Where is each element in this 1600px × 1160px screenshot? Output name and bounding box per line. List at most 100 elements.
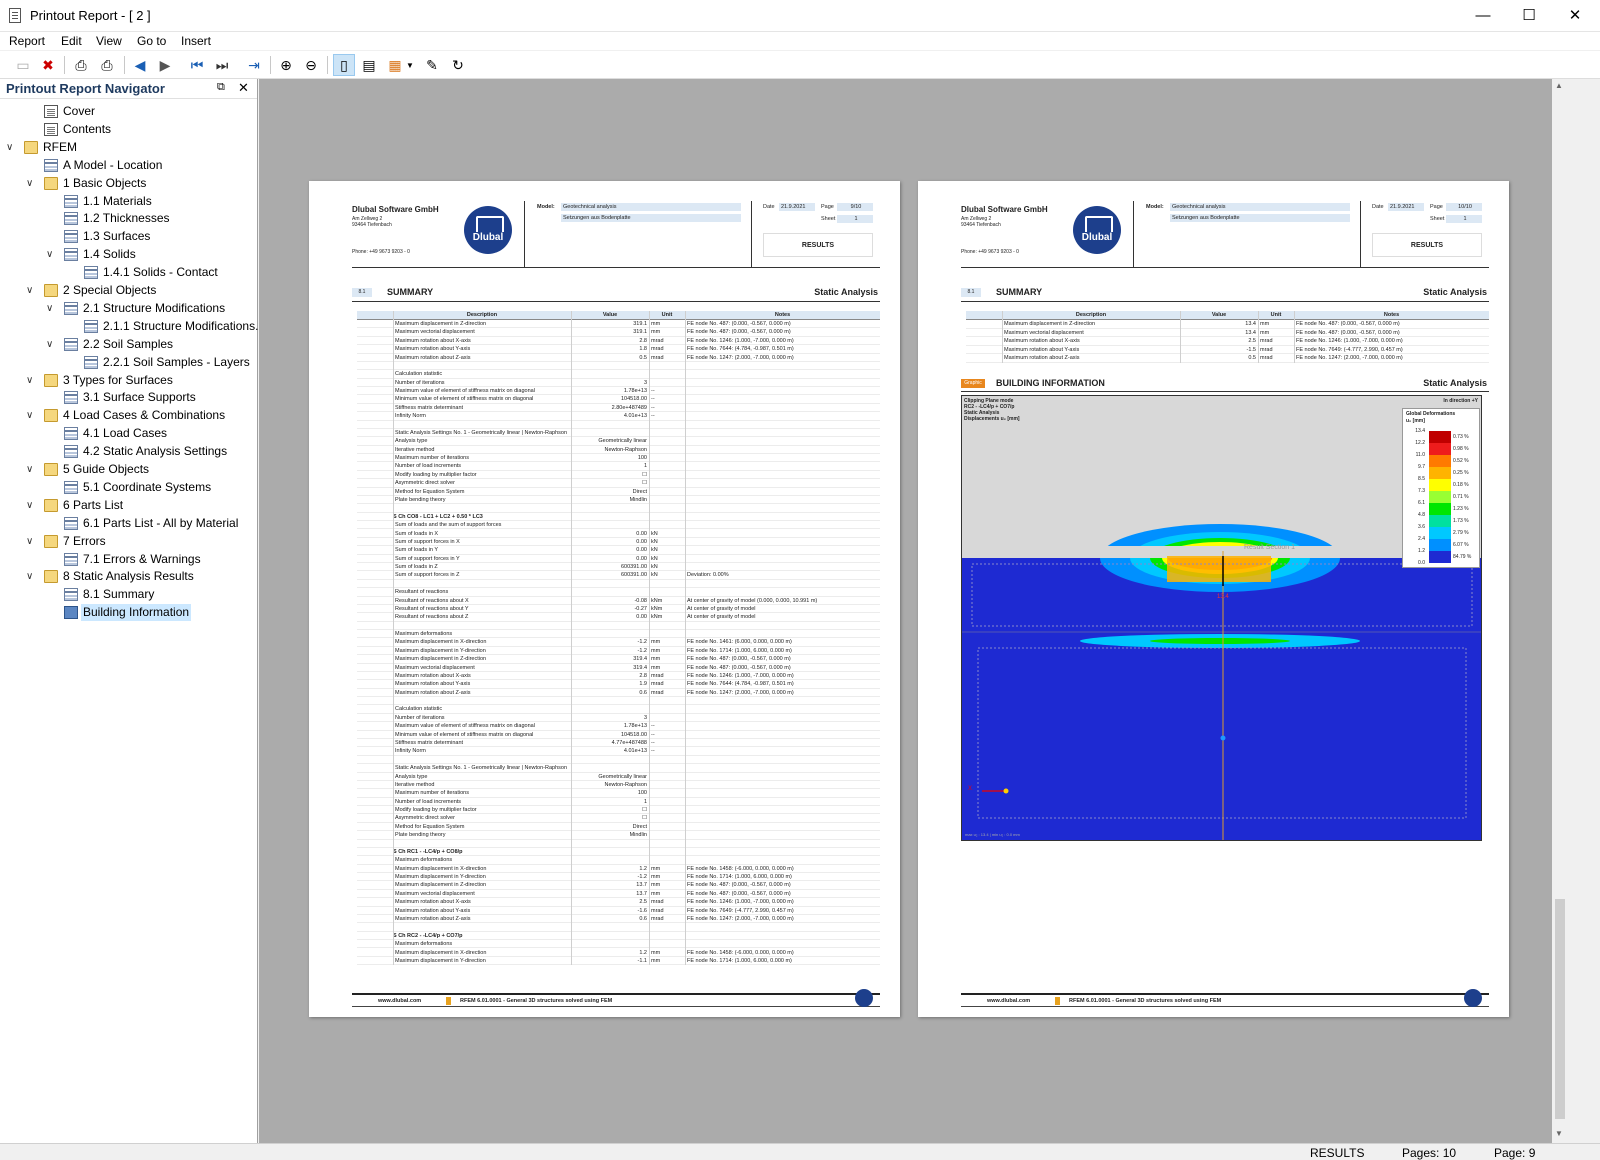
tree-item[interactable]: ∨ 6 Parts List	[0, 497, 258, 514]
print-options-icon[interactable]: ⎙	[96, 54, 118, 76]
zoom-out-icon[interactable]: ⊖	[300, 54, 322, 76]
tree-item[interactable]: 4.2 Static Analysis Settings	[0, 443, 258, 460]
expand-chevron-icon[interactable]: ∨	[26, 407, 36, 424]
doc-icon	[44, 122, 58, 136]
tree-item[interactable]: 1.1 Materials	[0, 193, 258, 210]
description-cell: Maximum value of element of stiffness ma…	[395, 723, 535, 730]
expand-chevron-icon[interactable]: ∨	[26, 175, 36, 192]
tree-item[interactable]: Cover	[0, 103, 258, 120]
previous-page-icon[interactable]: ◀	[129, 54, 151, 76]
tree-item[interactable]: 1.3 Surfaces	[0, 228, 258, 245]
print-icon[interactable]: ⎙	[70, 54, 92, 76]
tree-item[interactable]: 4.1 Load Cases	[0, 425, 258, 442]
column-divider	[1294, 311, 1295, 363]
tree-item[interactable]: ∨ 2.1 Structure Modifications	[0, 300, 258, 317]
description-cell: Number of iterations	[395, 379, 445, 386]
two-page-view-icon[interactable]: ▯	[333, 54, 355, 76]
go-to-page-icon[interactable]: ⇥	[243, 54, 265, 76]
menu-edit[interactable]: Edit	[61, 34, 82, 48]
expand-chevron-icon[interactable]: ∨	[26, 372, 36, 389]
scroll-up-icon[interactable]: ▲	[1555, 81, 1563, 90]
value-cell: 600391.00	[621, 564, 647, 571]
next-page-icon[interactable]: ▶	[154, 54, 176, 76]
legend-value: 12.2	[1415, 440, 1425, 446]
expand-chevron-icon[interactable]: ∨	[6, 139, 16, 156]
table-icon	[84, 319, 98, 333]
tree-item[interactable]: 1.4.1 Solids - Contact	[0, 264, 258, 281]
expand-chevron-icon[interactable]: ∨	[26, 282, 36, 299]
last-page-icon[interactable]: ⏭	[211, 54, 233, 76]
expand-chevron-icon[interactable]: ∨	[46, 246, 56, 263]
table-icon	[64, 230, 78, 244]
maximize-button[interactable]: ☐	[1506, 0, 1552, 32]
tree-item[interactable]: ∨ 2 Special Objects	[0, 282, 258, 299]
table-row	[357, 756, 880, 765]
tree-item[interactable]: Building Information	[0, 604, 258, 622]
tree-item[interactable]: ∨ 2.2 Soil Samples	[0, 336, 258, 353]
first-page-icon[interactable]: ⏮	[186, 54, 208, 76]
tree-item[interactable]: Contents	[0, 121, 258, 138]
description-cell: Resultant of reactions about Y	[395, 605, 469, 612]
tree-item[interactable]: ∨ 8 Static Analysis Results	[0, 568, 258, 585]
table-icon	[64, 194, 78, 208]
tree-item[interactable]: ∨ 1 Basic Objects	[0, 175, 258, 192]
value-cell: -1.6	[637, 907, 647, 914]
date-label: Date	[763, 204, 775, 210]
expand-chevron-icon[interactable]: ∨	[46, 300, 56, 317]
expand-chevron-icon[interactable]: ∨	[26, 461, 36, 478]
tree-item[interactable]: 2.2.1 Soil Samples - Layers	[0, 354, 258, 371]
unit-cell: mm	[651, 656, 661, 663]
value-cell: -1.2	[637, 874, 647, 881]
description-cell: Maximum displacement in Z-direction	[395, 882, 487, 889]
tree-item[interactable]: 8.1 Summary	[0, 586, 258, 603]
new-report-icon[interactable]: ▭	[12, 54, 34, 76]
vertical-scrollbar[interactable]: ▲ ▼	[1552, 79, 1568, 1143]
menu-go-to[interactable]: Go to	[137, 34, 166, 48]
legend-swatch	[1429, 467, 1451, 479]
table-row: Method for Equation System Direct	[357, 823, 880, 832]
delete-report-icon[interactable]: ✖	[37, 54, 59, 76]
table-row: Maximum rotation about Z-axis 0.5 mrad FE n…	[966, 354, 1489, 363]
menu-insert[interactable]: Insert	[181, 34, 211, 48]
expand-chevron-icon[interactable]: ∨	[26, 533, 36, 550]
edit-report-icon[interactable]: ✎	[421, 54, 443, 76]
refresh-icon[interactable]: ↻	[447, 54, 469, 76]
close-panel-icon[interactable]: ✕	[238, 80, 249, 96]
unit-cell: mrad	[651, 672, 664, 679]
export-icon[interactable]: ▦	[384, 54, 406, 76]
tree-item[interactable]: 6.1 Parts List - All by Material	[0, 515, 258, 532]
expand-chevron-icon[interactable]: ∨	[26, 568, 36, 585]
tree-item[interactable]: 3.1 Surface Supports	[0, 389, 258, 406]
tree-item[interactable]: 5.1 Coordinate Systems	[0, 479, 258, 496]
tree-item[interactable]: ∨ 4 Load Cases & Combinations	[0, 407, 258, 424]
legend-percent: 0.25 %	[1453, 470, 1469, 476]
tree-item[interactable]: ∨ 1.4 Solids	[0, 246, 258, 263]
close-button[interactable]: ✕	[1552, 0, 1598, 32]
table-row: Maximum rotation about X-axis 2.5 mrad FE n…	[357, 898, 880, 907]
scroll-down-icon[interactable]: ▼	[1555, 1129, 1563, 1138]
minimize-button[interactable]: —	[1460, 0, 1506, 32]
expand-chevron-icon[interactable]: ∨	[26, 497, 36, 514]
tree-item[interactable]: 7.1 Errors & Warnings	[0, 551, 258, 568]
zoom-in-icon[interactable]: ⊕	[275, 54, 297, 76]
export-dropdown-icon[interactable]: ▼	[404, 54, 416, 76]
tree-item-label: 8 Static Analysis Results	[63, 569, 194, 584]
table-row: Number of iterations 3	[357, 714, 880, 723]
menu-view[interactable]: View	[96, 34, 122, 48]
menu-report[interactable]: Report	[9, 34, 45, 48]
tree-item[interactable]: ∨ 3 Types for Surfaces	[0, 372, 258, 389]
tree-item[interactable]: ∨ 5 Guide Objects	[0, 461, 258, 478]
page-layout-icon[interactable]: ▤	[358, 54, 380, 76]
tree-item[interactable]: ∨ RFEM	[0, 139, 258, 156]
description-cell: Analysis type	[395, 438, 428, 445]
float-panel-icon[interactable]: ⧉	[217, 81, 225, 94]
tree-item[interactable]: 2.1.1 Structure Modifications...	[0, 318, 265, 335]
tree-item[interactable]: ∨ 7 Errors	[0, 533, 258, 550]
scrollbar-thumb[interactable]	[1555, 899, 1565, 1119]
column-header: Unit	[661, 312, 673, 318]
tree-item[interactable]: 1.2 Thicknesses	[0, 210, 258, 227]
tree-item[interactable]: A Model - Location	[0, 157, 258, 174]
value-cell: -1.2	[637, 639, 647, 646]
expand-chevron-icon[interactable]: ∨	[46, 336, 56, 353]
table-row: Sum of loads in Z 600391.00 kN	[357, 563, 880, 572]
